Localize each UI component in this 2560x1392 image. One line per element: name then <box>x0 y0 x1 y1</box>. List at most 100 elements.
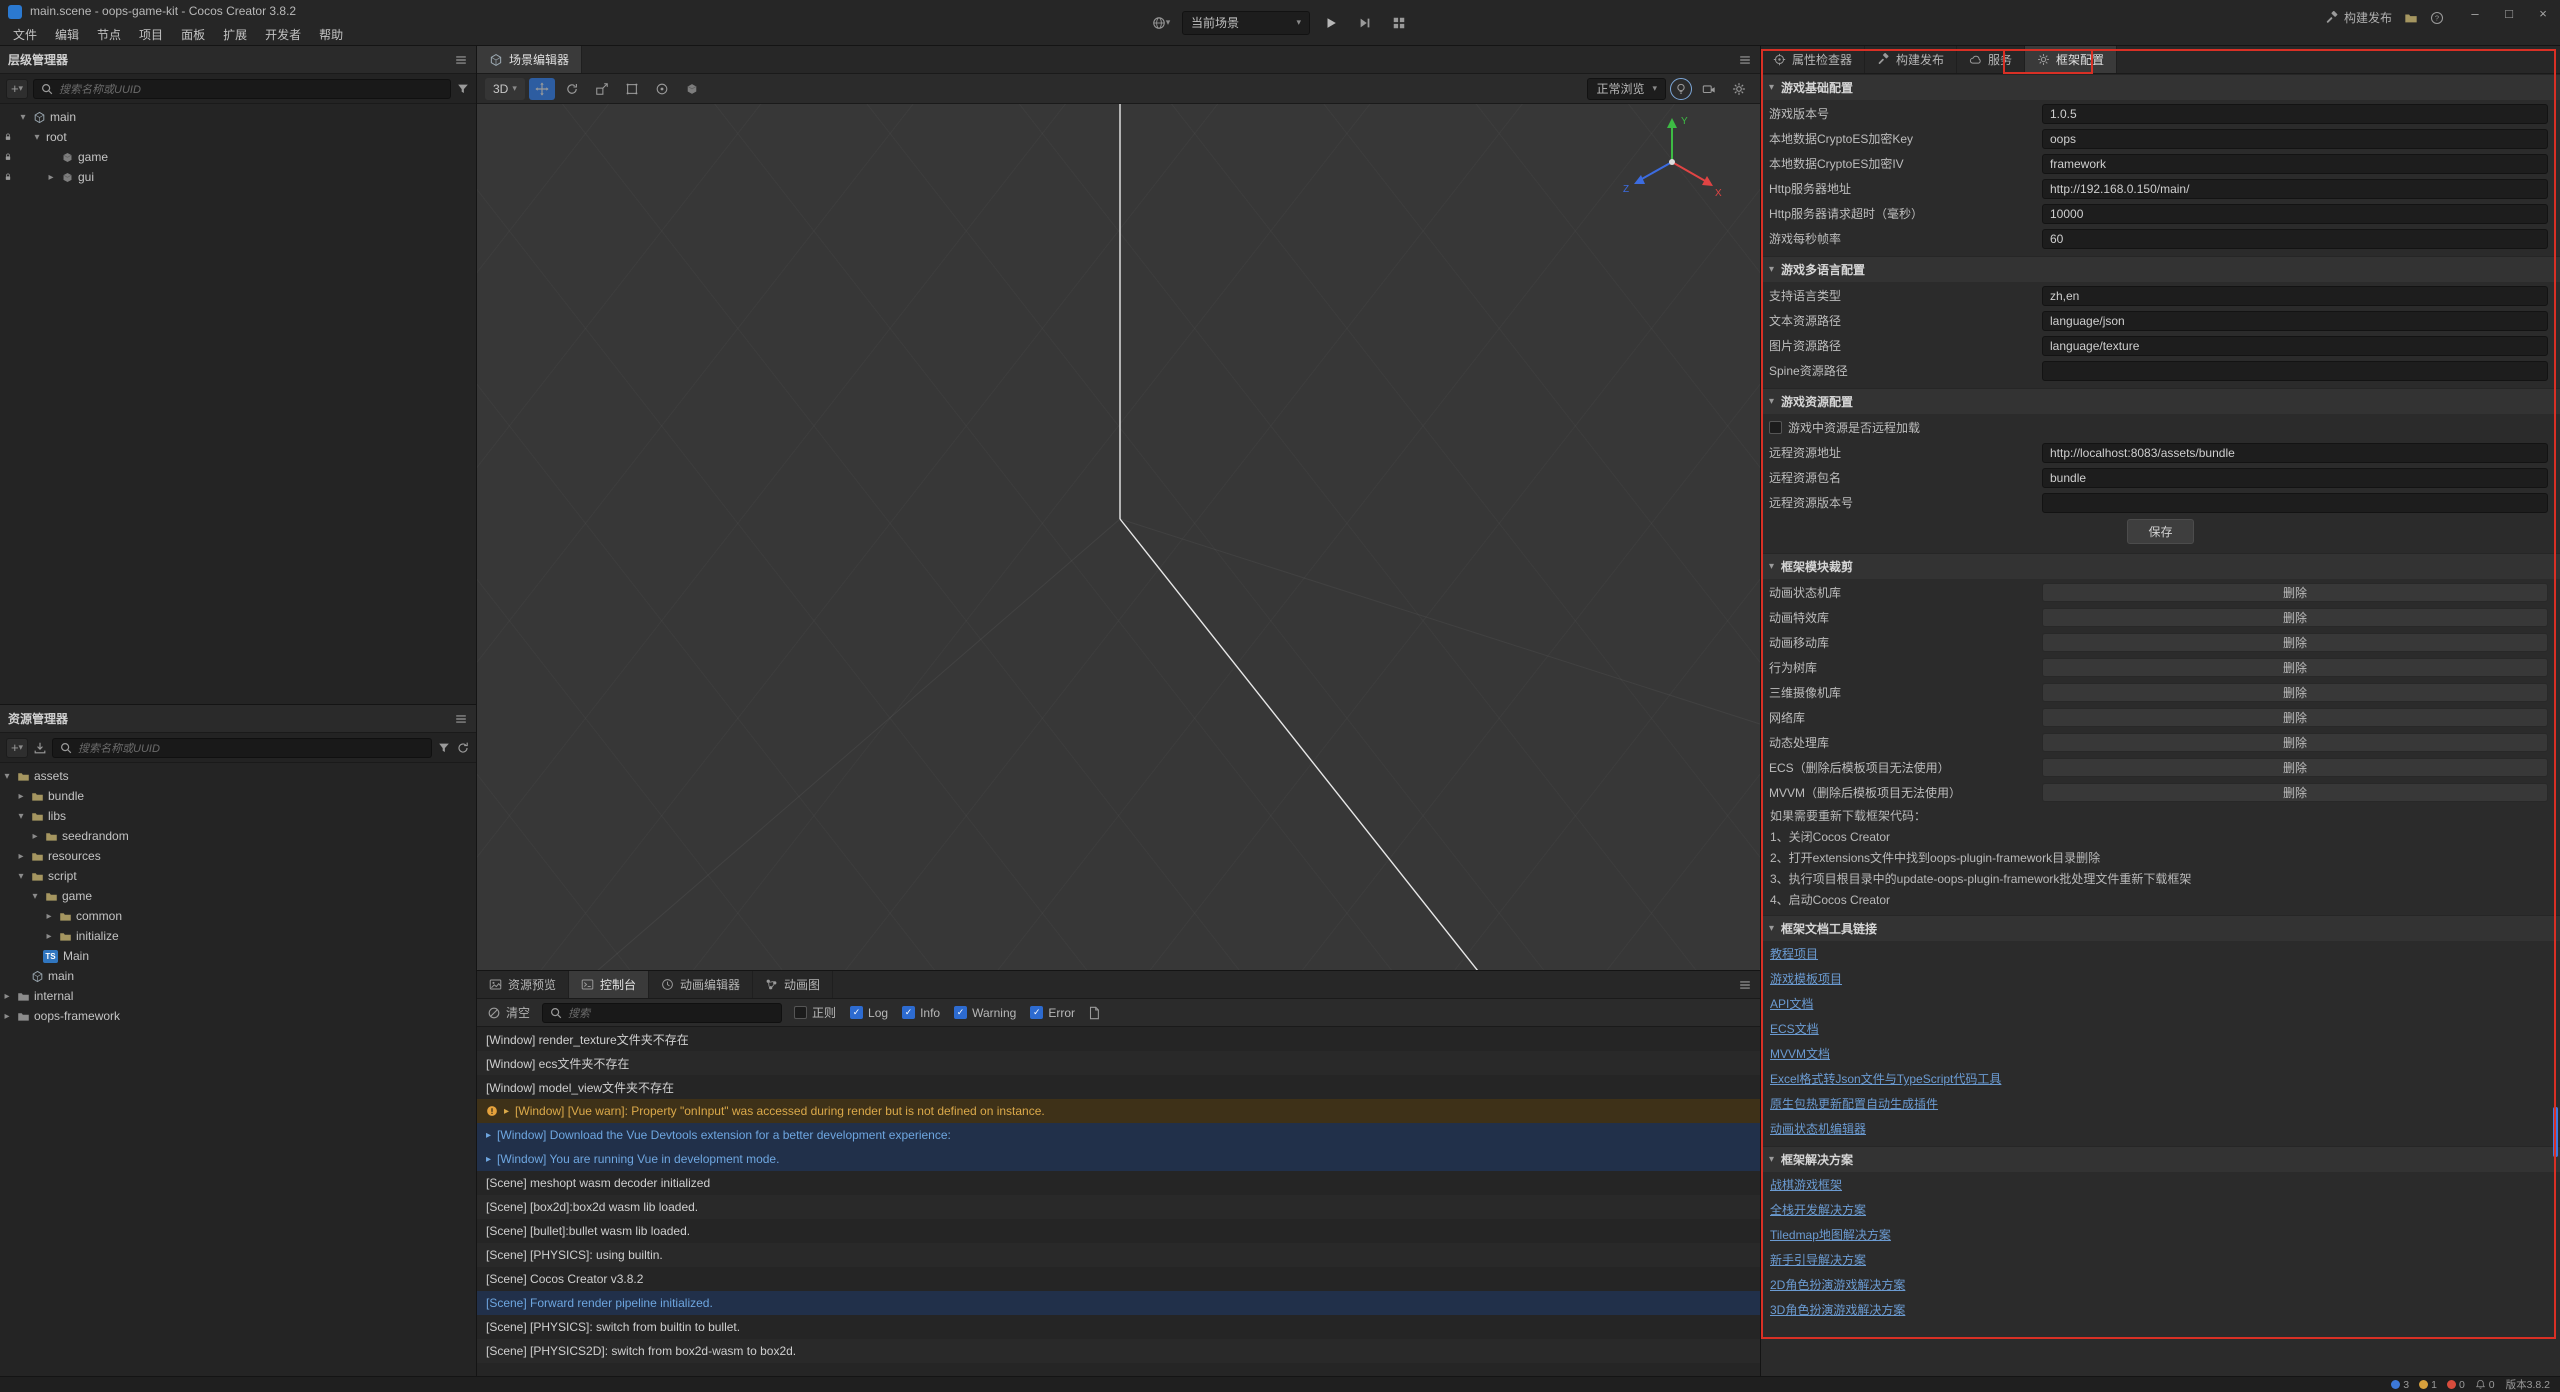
save-button[interactable]: 保存 <box>2127 519 2193 544</box>
console-log-row[interactable]: ▸[Window] Download the Vue Devtools exte… <box>477 1123 1760 1147</box>
console-tab[interactable]: 资源预览 <box>477 971 569 998</box>
orientation-gizmo[interactable]: Y X Z <box>1617 110 1727 220</box>
layout-button[interactable] <box>1386 11 1412 35</box>
expand-arrow[interactable]: ▸ <box>14 851 28 862</box>
external-link[interactable]: 教程项目 <box>1770 945 1818 962</box>
console-log-row[interactable]: [Window] render_texture文件夹不存在 <box>477 1027 1760 1051</box>
help-icon[interactable]: ? <box>2430 11 2444 25</box>
tree-item[interactable]: ▾assets <box>0 766 476 786</box>
section-header[interactable]: ▾游戏基础配置 <box>1761 74 2560 100</box>
expand-arrow[interactable]: ▾ <box>28 891 42 902</box>
property-input[interactable]: language/texture <box>2042 336 2548 356</box>
tree-item[interactable]: main <box>0 966 476 986</box>
property-input[interactable] <box>2042 361 2548 381</box>
expand-arrow[interactable]: ▸ <box>486 1154 491 1165</box>
tree-item[interactable]: ▸internal <box>0 986 476 1006</box>
inspector-tab[interactable]: 属性检查器 <box>1761 46 1865 73</box>
external-link[interactable]: MVVM文档 <box>1770 1045 1830 1062</box>
delete-button[interactable]: 删除 <box>2042 633 2548 652</box>
maximize-button[interactable]: □ <box>2492 0 2526 26</box>
lock-icon[interactable] <box>0 132 16 142</box>
console-log-row[interactable]: ▸[Window] [Vue warn]: Property "onInput"… <box>477 1099 1760 1123</box>
tree-item[interactable]: ▸bundle <box>0 786 476 806</box>
expand-arrow[interactable]: ▾ <box>16 112 30 123</box>
menu-item[interactable]: 文件 <box>4 23 46 46</box>
external-link[interactable]: ECS文档 <box>1770 1020 1819 1037</box>
inspector-tab[interactable]: 框架配置 <box>2025 46 2117 73</box>
tree-item[interactable]: ▾game <box>0 886 476 906</box>
clear-console-button[interactable]: 清空 <box>487 1004 530 1021</box>
tree-item[interactable]: ▸oops-framework <box>0 1006 476 1026</box>
tree-item[interactable]: game <box>0 147 476 167</box>
property-input[interactable]: oops <box>2042 129 2548 149</box>
section-header[interactable]: ▾框架模块裁剪 <box>1761 553 2560 579</box>
import-icon[interactable] <box>33 741 47 755</box>
menu-item[interactable]: 项目 <box>130 23 172 46</box>
scene-editor-tab[interactable]: 场景编辑器 <box>477 46 582 73</box>
external-link[interactable]: 2D角色扮演游戏解决方案 <box>1770 1276 1905 1293</box>
property-input[interactable]: bundle <box>2042 468 2548 488</box>
console-tab[interactable]: 动画编辑器 <box>649 971 753 998</box>
external-link[interactable]: 全栈开发解决方案 <box>1770 1201 1866 1218</box>
scrollbar-thumb[interactable] <box>2553 1107 2558 1157</box>
external-link[interactable]: 原生包热更新配置自动生成插件 <box>1770 1095 1938 1112</box>
filter-icon[interactable] <box>437 741 451 755</box>
scene-viewport[interactable]: Y X Z <box>477 104 1760 970</box>
create-asset-button[interactable]: +▾ <box>6 738 28 758</box>
console-tab[interactable]: 动画图 <box>753 971 833 998</box>
menu-item[interactable]: 节点 <box>88 23 130 46</box>
expand-arrow[interactable]: ▸ <box>42 931 56 942</box>
tree-item[interactable]: TSMain <box>0 946 476 966</box>
checkbox[interactable]: ✓ <box>902 1006 915 1019</box>
external-link[interactable]: Tiledmap地图解决方案 <box>1770 1226 1891 1243</box>
property-input[interactable]: framework <box>2042 154 2548 174</box>
delete-button[interactable]: 删除 <box>2042 783 2548 802</box>
preview-platform-button[interactable]: ▾ <box>1148 11 1174 35</box>
log-filter-toggle[interactable]: 正则 <box>794 1004 836 1021</box>
step-button[interactable] <box>1352 11 1378 35</box>
lock-icon[interactable] <box>0 172 16 182</box>
expand-arrow[interactable]: ▸ <box>44 172 58 183</box>
panel-menu-icon[interactable] <box>454 53 468 67</box>
section-header[interactable]: ▾游戏多语言配置 <box>1761 256 2560 282</box>
projection-toggle-button[interactable]: 3D▾ <box>485 78 525 100</box>
console-search-input[interactable]: 搜索 <box>542 1003 782 1023</box>
status-error-counter[interactable]: 0 <box>2447 1379 2465 1391</box>
inspector-tab[interactable]: 服务 <box>1957 46 2025 73</box>
console-log-row[interactable]: [Window] ecs文件夹不存在 <box>477 1051 1760 1075</box>
play-button[interactable] <box>1318 11 1344 35</box>
tree-item[interactable]: ▸gui <box>0 167 476 187</box>
tree-item[interactable]: ▸common <box>0 906 476 926</box>
console-log-row[interactable]: [Scene] [box2d]:box2d wasm lib loaded. <box>477 1195 1760 1219</box>
expand-arrow[interactable]: ▸ <box>0 991 14 1002</box>
lock-icon[interactable] <box>0 152 16 162</box>
rotate-tool-button[interactable] <box>559 78 585 100</box>
menu-item[interactable]: 扩展 <box>214 23 256 46</box>
property-input[interactable]: http://localhost:8083/assets/bundle <box>2042 443 2548 463</box>
move-tool-button[interactable] <box>529 78 555 100</box>
property-input[interactable] <box>2042 493 2548 513</box>
menu-item[interactable]: 帮助 <box>310 23 352 46</box>
delete-button[interactable]: 删除 <box>2042 608 2548 627</box>
property-input[interactable]: language/json <box>2042 311 2548 331</box>
tree-item[interactable]: ▾root <box>0 127 476 147</box>
expand-arrow[interactable]: ▸ <box>28 831 42 842</box>
delete-button[interactable]: 删除 <box>2042 708 2548 727</box>
console-log-row[interactable]: [Scene] meshopt wasm decoder initialized <box>477 1171 1760 1195</box>
delete-button[interactable]: 删除 <box>2042 583 2548 602</box>
tree-item[interactable]: ▸resources <box>0 846 476 866</box>
section-header[interactable]: ▾框架解决方案 <box>1761 1146 2560 1172</box>
console-log-row[interactable]: [Scene] Forward render pipeline initiali… <box>477 1291 1760 1315</box>
tree-item[interactable]: ▾script <box>0 866 476 886</box>
delete-button[interactable]: 删除 <box>2042 733 2548 752</box>
console-log-row[interactable]: ▸[Window] You are running Vue in develop… <box>477 1147 1760 1171</box>
tree-item[interactable]: ▸seedrandom <box>0 826 476 846</box>
expand-arrow[interactable]: ▸ <box>504 1106 509 1117</box>
external-link[interactable]: Excel格式转Json文件与TypeScript代码工具 <box>1770 1070 2001 1087</box>
expand-arrow[interactable]: ▾ <box>14 871 28 882</box>
assets-search-input[interactable]: 搜索名称或UUID <box>52 738 432 758</box>
expand-arrow[interactable]: ▸ <box>486 1130 491 1141</box>
tree-item[interactable]: ▾main <box>0 107 476 127</box>
external-link[interactable]: 战棋游戏框架 <box>1770 1176 1842 1193</box>
build-publish-button[interactable]: 构建发布 <box>2325 9 2392 26</box>
